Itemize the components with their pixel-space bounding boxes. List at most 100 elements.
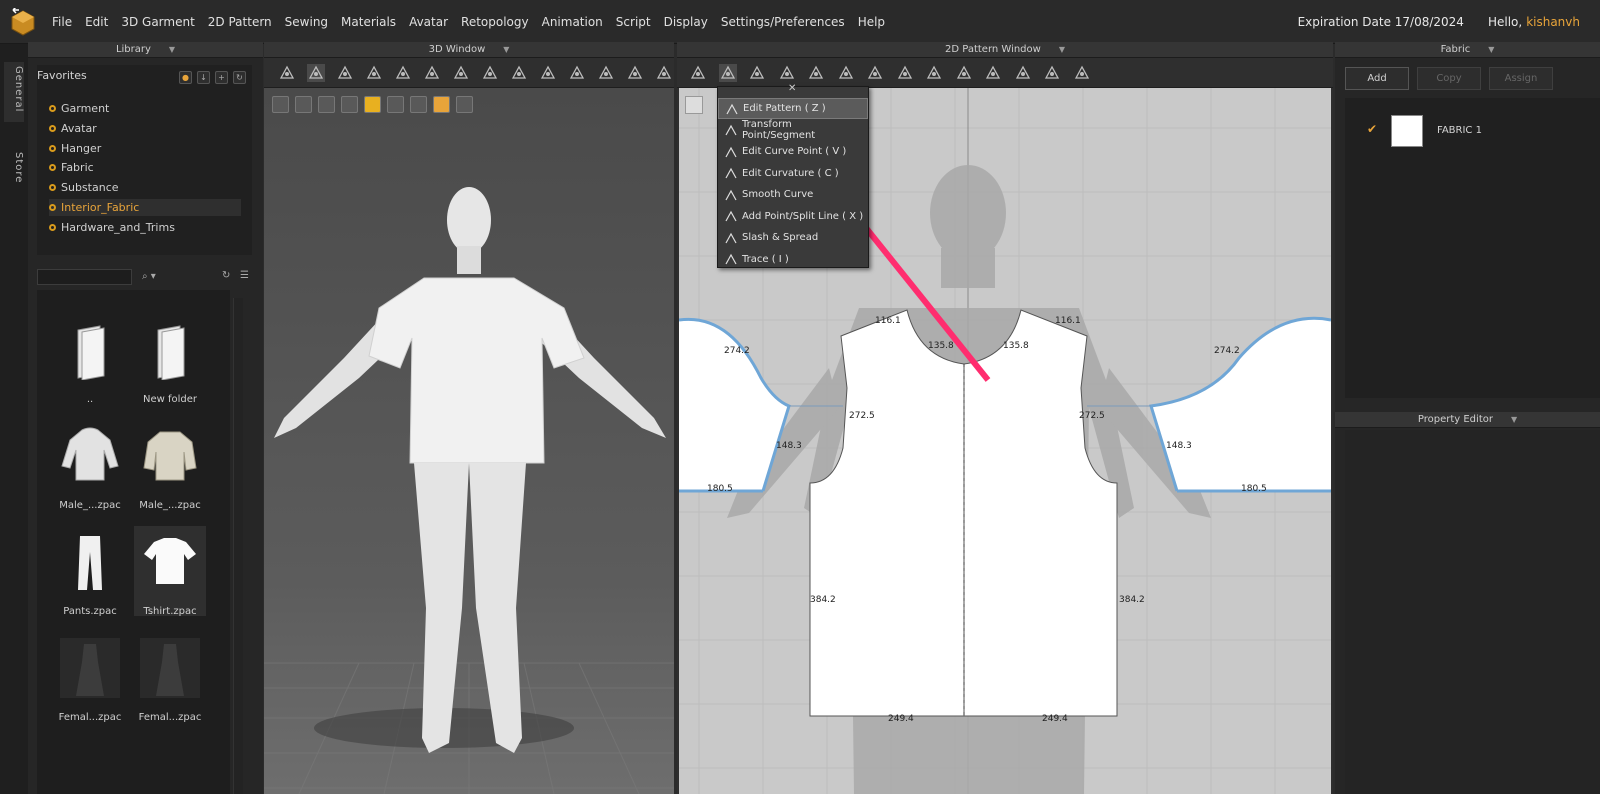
username[interactable]: kishanvh	[1526, 15, 1580, 29]
favorite-item[interactable]: Hanger	[49, 140, 241, 157]
3d-tool-icon[interactable]	[423, 64, 441, 82]
3d-tool-icon[interactable]	[597, 64, 615, 82]
2d-tool-icon[interactable]	[1014, 64, 1032, 82]
avatar-3d[interactable]	[264, 88, 674, 794]
2d-tool-icon[interactable]	[689, 64, 707, 82]
library-item[interactable]: New folder	[134, 314, 206, 405]
fabric-name: FABRIC 1	[1437, 125, 1482, 136]
2d-tool-icon[interactable]	[807, 64, 825, 82]
favorite-icon[interactable]: ●	[179, 71, 192, 84]
chevron-down-icon[interactable]: ▼	[503, 45, 509, 54]
menu-item-smooth-curve[interactable]: Smooth Curve	[718, 184, 868, 205]
menu-display[interactable]: Display	[664, 15, 708, 29]
menu-avatar[interactable]: Avatar	[409, 15, 448, 29]
refresh-icon[interactable]: ↻	[233, 71, 246, 84]
tab-general[interactable]: General	[4, 62, 24, 122]
2d-tool-icon[interactable]	[837, 64, 855, 82]
library-item[interactable]: Male_...zpac	[134, 420, 206, 511]
library-search-input[interactable]	[37, 269, 132, 285]
2d-tool-icon[interactable]	[955, 64, 973, 82]
close-icon[interactable]: ✕	[788, 83, 796, 94]
measure-label: 135.8	[928, 341, 954, 351]
3d-viewport[interactable]	[264, 88, 674, 794]
menu-item-curvature[interactable]: Edit Curvature ( C )	[718, 163, 868, 184]
assign-fabric-button[interactable]: Assign	[1489, 67, 1553, 90]
pen-tool-icon[interactable]	[685, 96, 703, 114]
measure-label: 148.3	[1166, 441, 1192, 451]
measure-label: 384.2	[810, 595, 836, 605]
library-item[interactable]: ..	[54, 314, 126, 405]
3d-tool-icon[interactable]	[568, 64, 586, 82]
3d-tool-icon[interactable]	[539, 64, 557, 82]
library-item[interactable]: Femal...zpac	[54, 632, 126, 723]
3d-tool-icon[interactable]	[481, 64, 499, 82]
search-icon[interactable]: ⌕ ▾	[142, 271, 156, 282]
menu-script[interactable]: Script	[616, 15, 651, 29]
menu-item-transform[interactable]: Transform Point/Segment	[718, 119, 868, 141]
favorite-item[interactable]: Fabric	[49, 159, 241, 176]
menu-item-add-point[interactable]: Add Point/Split Line ( X )	[718, 206, 868, 227]
3d-tool-icon[interactable]	[626, 64, 644, 82]
menu-edit[interactable]: Edit	[85, 15, 108, 29]
favorite-item[interactable]: Substance	[49, 179, 241, 196]
library-header: Library ▼	[28, 42, 263, 58]
menu-3d-garment[interactable]: 3D Garment	[121, 15, 194, 29]
library-item[interactable]: Femal...zpac	[134, 632, 206, 723]
add-icon[interactable]: +	[215, 71, 228, 84]
2d-tool-icon[interactable]	[1043, 64, 1061, 82]
favorite-item[interactable]: Avatar	[49, 120, 241, 137]
library-item[interactable]: Male_...zpac	[54, 420, 126, 511]
3d-tool-icon[interactable]	[394, 64, 412, 82]
3d-tool-icon[interactable]	[278, 64, 296, 82]
library-item[interactable]: Tshirt.zpac	[134, 526, 206, 617]
copy-fabric-button[interactable]: Copy	[1417, 67, 1481, 90]
chevron-down-icon[interactable]: ▼	[169, 45, 175, 54]
3d-tool-icon[interactable]	[307, 64, 325, 82]
list-view-icon[interactable]: ☰	[240, 270, 249, 281]
library-item[interactable]: Pants.zpac	[54, 526, 126, 617]
menu-item-edit-pattern[interactable]: Edit Pattern ( Z )	[718, 98, 868, 119]
2d-tool-icon[interactable]	[984, 64, 1002, 82]
3d-tool-icon[interactable]	[365, 64, 383, 82]
menu-sewing[interactable]: Sewing	[285, 15, 328, 29]
menu-file[interactable]: File	[52, 15, 72, 29]
library-scrollbar[interactable]	[233, 298, 243, 794]
chevron-down-icon[interactable]: ▼	[1488, 45, 1494, 54]
folder-icon	[60, 320, 120, 381]
3d-tool-icon[interactable]	[452, 64, 470, 82]
menu-item-label: Edit Curvature ( C )	[742, 167, 839, 179]
2d-tool-icon[interactable]	[778, 64, 796, 82]
3d-tool-icon[interactable]	[510, 64, 528, 82]
2d-tool-icon[interactable]	[718, 64, 737, 82]
fabric-row[interactable]: ✔ FABRIC 1	[1345, 113, 1600, 149]
favorite-item[interactable]: Garment	[49, 100, 241, 117]
2d-tool-icon[interactable]	[1073, 64, 1091, 82]
menu-materials[interactable]: Materials	[341, 15, 396, 29]
menu-item-curve-point[interactable]: Edit Curve Point ( V )	[718, 141, 868, 162]
library-bullet-icon	[49, 144, 56, 152]
menu-retopology[interactable]: Retopology	[461, 15, 529, 29]
menu-help[interactable]: Help	[858, 15, 885, 29]
2d-tool-icon[interactable]	[866, 64, 884, 82]
property-editor-header: Property Editor ▼	[1335, 412, 1600, 428]
menu-item-slash-spread[interactable]: Slash & Spread	[718, 227, 868, 248]
2d-tool-icon[interactable]	[925, 64, 943, 82]
tab-store[interactable]: Store	[4, 152, 24, 202]
download-icon[interactable]: ↓	[197, 71, 210, 84]
add-fabric-button[interactable]: Add	[1345, 67, 1409, 90]
menu-settings[interactable]: Settings/Preferences	[721, 15, 845, 29]
chevron-down-icon[interactable]: ▼	[1511, 415, 1517, 424]
menu-2d-pattern[interactable]: 2D Pattern	[208, 15, 272, 29]
refresh-icon[interactable]: ↻	[222, 270, 230, 281]
menu-animation[interactable]: Animation	[542, 15, 603, 29]
chevron-down-icon[interactable]: ▼	[1059, 45, 1065, 54]
3d-tool-icon[interactable]	[336, 64, 354, 82]
favorite-item[interactable]: Hardware_and_Trims	[49, 219, 241, 236]
menu-item-trace[interactable]: Trace ( I )	[718, 249, 868, 270]
3d-tool-icon[interactable]	[655, 64, 673, 82]
2d-tool-icon[interactable]	[748, 64, 766, 82]
app-logo-icon[interactable]	[9, 8, 37, 36]
3d-window-title: 3D Window	[428, 44, 486, 55]
2d-tool-icon[interactable]	[896, 64, 914, 82]
favorite-item[interactable]: Interior_Fabric	[49, 199, 241, 216]
